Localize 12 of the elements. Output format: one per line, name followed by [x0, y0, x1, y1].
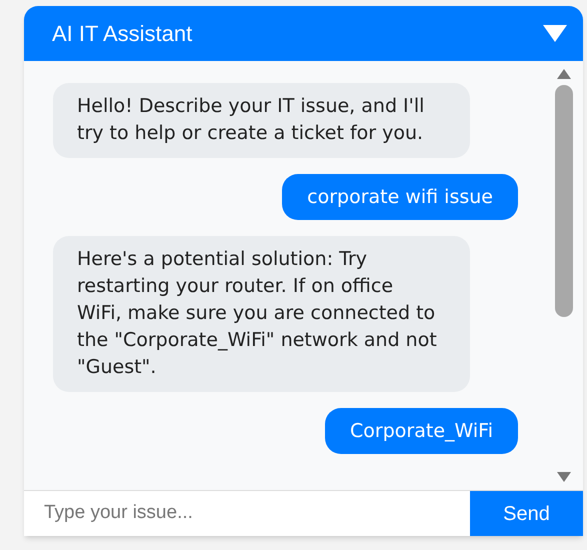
- user-message: corporate wifi issue: [282, 174, 518, 220]
- scroll-thumb[interactable]: [555, 85, 573, 317]
- scrollbar[interactable]: [553, 69, 575, 482]
- message-input[interactable]: Type your issue...: [24, 491, 470, 536]
- window-title: AI IT Assistant: [52, 20, 192, 48]
- user-message: Corporate_WiFi: [325, 408, 518, 454]
- scroll-down-icon[interactable]: [557, 472, 571, 482]
- assistant-message: Here's a potential solution: Try restarting your router. If on office WiFi, make sure you are connected to the "Corporate_WiFi" network and not "Guest".: [53, 236, 470, 392]
- send-button[interactable]: Send: [470, 491, 583, 536]
- scroll-up-icon[interactable]: [557, 69, 571, 79]
- assistant-message: Hello! Describe your IT issue, and I'll try to help or create a ticket for you.: [53, 83, 470, 158]
- collapse-icon[interactable]: [543, 24, 567, 42]
